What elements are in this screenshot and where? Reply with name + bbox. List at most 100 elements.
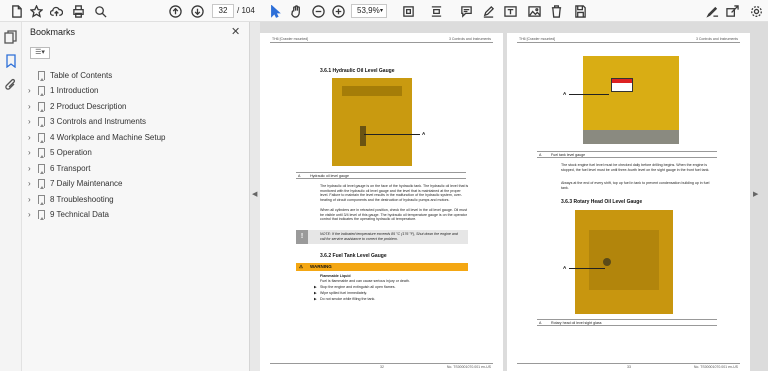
right-scroll-control[interactable]: ▶ [751, 22, 761, 371]
page-down-icon[interactable] [189, 3, 205, 19]
chevron-right-icon[interactable]: › [28, 195, 31, 204]
zoom-search-icon[interactable] [92, 3, 108, 19]
toolbar: 32 / 104 53,9% ▾ [0, 0, 768, 22]
fit-page-icon[interactable] [400, 3, 416, 19]
hand-tool-icon[interactable] [288, 3, 304, 19]
section-title: 3.6.2 Fuel Tank Level Gauge [320, 253, 387, 259]
bookmark-label: Table of Contents [50, 70, 113, 80]
text-annotation-icon[interactable] [502, 3, 518, 19]
document-number: No. TS00001070.001 en-US [693, 365, 738, 369]
chevron-right-icon[interactable]: › [28, 164, 31, 173]
bookmark-icon [38, 86, 45, 96]
close-icon[interactable]: ✕ [231, 25, 240, 38]
expand-right-icon[interactable]: ▶ [753, 190, 758, 198]
bookmark-icon [38, 101, 45, 112]
info-icon: ! [296, 230, 308, 244]
bookmark-label: 5 Operation [50, 148, 92, 157]
bookmark-item-daily-maintenance[interactable]: › 7 Daily Maintenance [22, 177, 248, 191]
bookmark-label: 4 Workplace and Machine Setup [50, 132, 166, 142]
figure-caption: A Fuel tank level gauge [537, 151, 717, 158]
bookmark-item-operation[interactable]: › 5 Operation [22, 146, 248, 160]
warning-lead: Fuel is flammable and can cause serious … [320, 279, 410, 283]
star-icon[interactable] [28, 3, 44, 19]
bookmark-icon[interactable] [4, 54, 18, 69]
highlight-pen-icon[interactable] [480, 3, 496, 19]
sign-icon[interactable] [704, 3, 720, 19]
bookmark-label: 2 Product Description [50, 101, 127, 111]
page-number-input[interactable]: 32 [212, 4, 234, 18]
comment-icon[interactable] [458, 3, 474, 19]
chevron-right-icon[interactable]: › [28, 117, 31, 126]
decal-header [612, 79, 632, 83]
chevron-right-icon[interactable]: › [28, 148, 31, 157]
bookmark-item-introduction[interactable]: › 1 Introduction [22, 84, 248, 98]
paragraph: The hydraulic oil level gauge is on the … [320, 184, 469, 202]
page-header-left: TH6 [Crawler mounted] [519, 37, 556, 41]
footer-divider [270, 363, 493, 364]
warning-decal [611, 78, 633, 92]
callout-label: A [563, 265, 567, 270]
page-number: 33 [627, 365, 631, 369]
attachment-icon[interactable] [4, 78, 18, 92]
settings-icon[interactable] [748, 3, 764, 19]
bookmark-label: 6 Transport [50, 163, 91, 173]
chevron-right-icon[interactable]: › [28, 102, 31, 111]
chevron-right-icon[interactable]: › [28, 210, 31, 219]
share-icon[interactable] [724, 3, 740, 19]
bookmark-icon [38, 117, 45, 127]
chevron-right-icon[interactable]: › [28, 133, 31, 142]
callout-line [364, 134, 420, 135]
paragraph: Always at the end of every shift, top up… [561, 181, 710, 190]
chevron-down-icon: ▾ [379, 8, 383, 14]
print-icon[interactable] [70, 3, 86, 19]
trash-icon[interactable] [548, 3, 564, 19]
scroll-mode-icon[interactable] [428, 3, 444, 19]
zoom-in-icon[interactable] [330, 3, 346, 19]
note-text: NOTE: If the indicated temperature excee… [320, 232, 458, 241]
bookmark-item-transport[interactable]: › 6 Transport [22, 161, 248, 175]
bookmark-label: 1 Introduction [50, 86, 99, 95]
warning-header: ⚠ WARNING [296, 263, 468, 271]
page-header-right: 3 Controls and Instruments [448, 37, 491, 41]
page-header-right: 3 Controls and Instruments [695, 37, 738, 41]
bookmark-item-workplace[interactable]: › 4 Workplace and Machine Setup [22, 130, 248, 144]
section-title: 3.6.3 Rotary Head Oil Level Gauge [561, 199, 643, 205]
bullet-icon: ▶ [314, 285, 317, 289]
bookmark-icon [38, 194, 45, 205]
document-viewer[interactable]: TH6 [Crawler mounted] 3 Controls and Ins… [260, 22, 768, 371]
save-icon[interactable] [572, 3, 588, 19]
upload-cloud-icon[interactable] [48, 3, 64, 19]
callout-line [569, 268, 605, 269]
warning-item: Do not smoke while filling the tank. [320, 297, 376, 301]
collapse-left-icon[interactable]: ◀ [252, 190, 257, 198]
bookmark-item-controls[interactable]: › 3 Controls and Instruments [22, 115, 248, 129]
document-page-right: TH6 [Crawler mounted] 3 Controls and Ins… [507, 33, 750, 371]
warning-subtitle: Flammable Liquid [320, 274, 351, 278]
header-divider [517, 42, 740, 43]
rotary-head-photo [575, 210, 673, 314]
fuel-tank-photo [583, 56, 679, 144]
chevron-right-icon[interactable]: › [28, 179, 31, 188]
document-page-left: TH6 [Crawler mounted] 3 Controls and Ins… [260, 33, 503, 371]
bookmark-item-technical-data[interactable]: › 9 Technical Data [22, 208, 248, 222]
page-thumbnails-icon[interactable] [4, 30, 18, 44]
bookmark-label: 3 Controls and Instruments [50, 117, 147, 126]
zoom-out-icon[interactable] [310, 3, 326, 19]
bookmark-item-toc[interactable]: Table of Contents [22, 68, 248, 82]
select-cursor-icon[interactable] [266, 3, 282, 19]
panel-splitter[interactable]: ◀ [250, 22, 260, 371]
caption-key: A [539, 153, 542, 157]
image-icon[interactable] [526, 3, 542, 19]
bookmark-item-troubleshooting[interactable]: › 8 Troubleshooting [22, 192, 248, 206]
bookmark-label: 8 Troubleshooting [50, 194, 114, 204]
chevron-right-icon[interactable]: › [28, 86, 31, 95]
bookmark-item-product-description[interactable]: › 2 Product Description [22, 99, 248, 113]
bookmarks-title: Bookmarks [30, 27, 76, 37]
page-up-icon[interactable] [167, 3, 183, 19]
bookmarks-panel: Bookmarks ✕ ☰▾ Table of Contents › 1 Int… [22, 22, 250, 371]
page-number: 32 [380, 365, 384, 369]
paragraph: When all cylinders are in retracted posi… [320, 208, 468, 222]
document-icon[interactable] [8, 3, 24, 19]
zoom-level-select[interactable]: 53,9% ▾ [351, 4, 387, 18]
bookmark-options-button[interactable]: ☰▾ [30, 47, 50, 59]
